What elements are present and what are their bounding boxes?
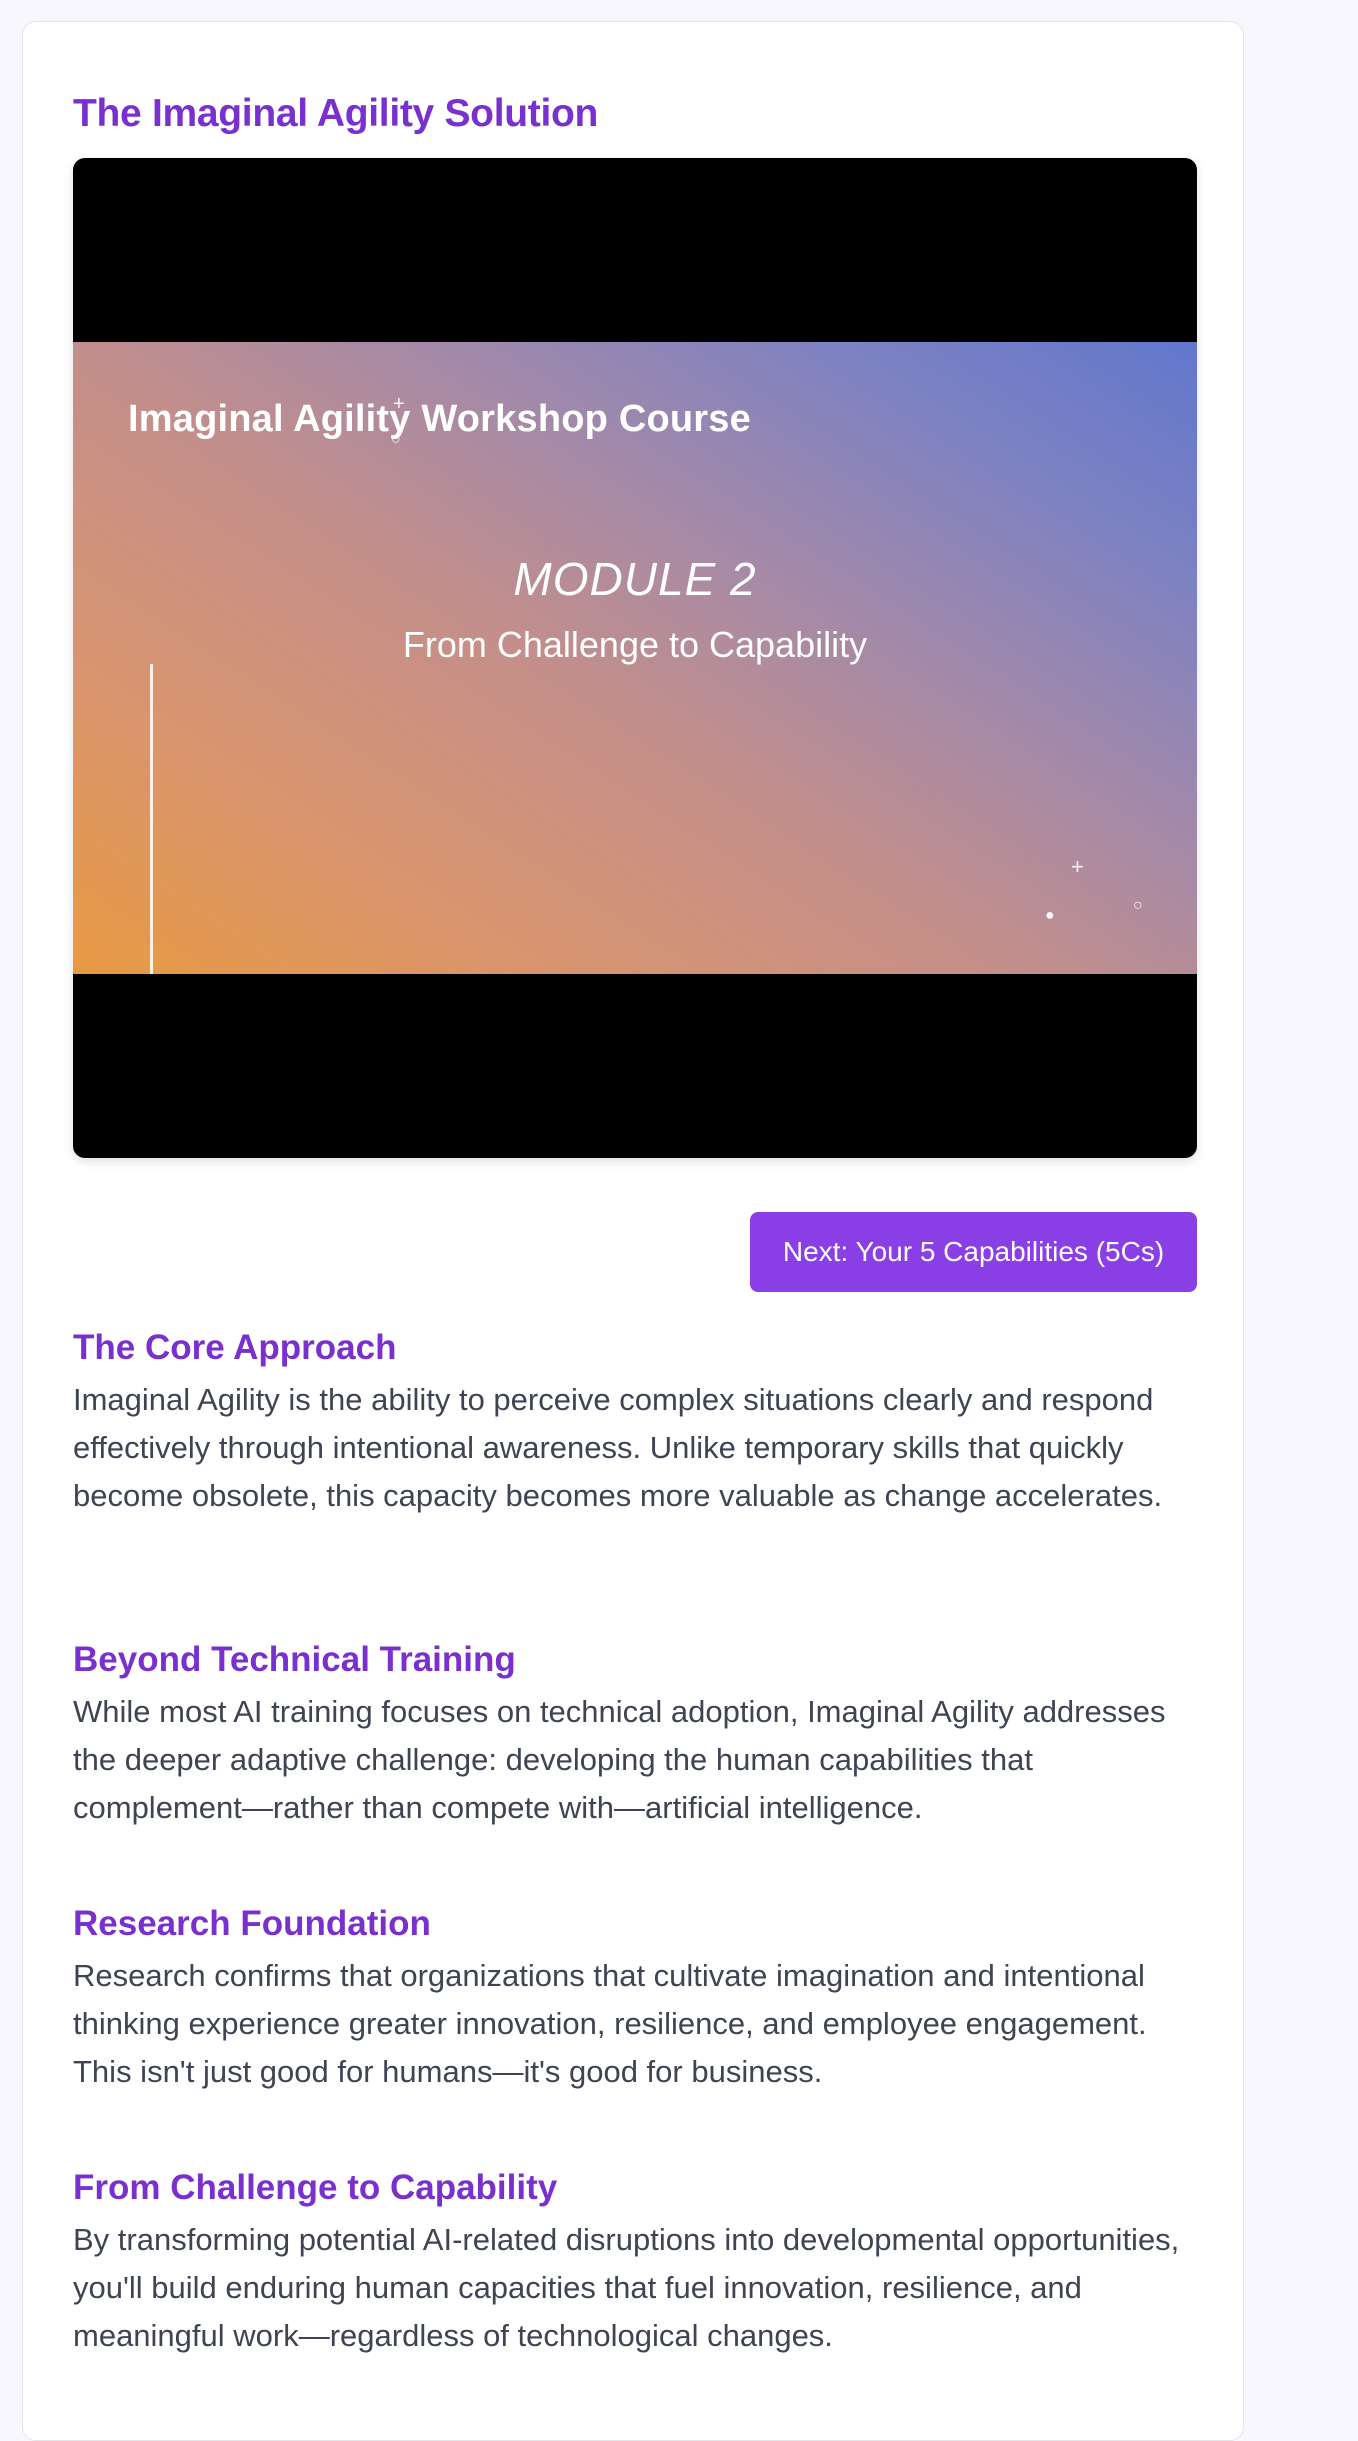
section-body-core-approach: Imaginal Agility is the ability to perce…	[73, 1382, 1163, 1513]
video-frame-title: Imaginal Agility Workshop Course	[128, 398, 751, 440]
sparkle-icon: +	[393, 393, 405, 415]
content-card: The Imaginal Agility Solution Imaginal A…	[22, 21, 1244, 2441]
page-title: The Imaginal Agility Solution	[73, 92, 599, 135]
next-capabilities-button[interactable]: Next: Your 5 Capabilities (5Cs)	[750, 1212, 1197, 1292]
section-body-challenge-to-capability: By transforming potential AI-related dis…	[73, 2222, 1180, 2353]
sparkle-icon: +	[1071, 854, 1084, 879]
module-label: MODULE 2	[513, 553, 757, 605]
section-body-research-foundation: Research confirms that organizations tha…	[73, 1958, 1147, 2089]
video-player[interactable]: Imaginal Agility Workshop Course + ○ MOD…	[73, 158, 1197, 1158]
video-frame: Imaginal Agility Workshop Course + ○ MOD…	[73, 342, 1197, 974]
module-subtitle: From Challenge to Capability	[402, 624, 868, 665]
section-heading-challenge-to-capability: From Challenge to Capability	[73, 2168, 558, 2207]
decorative-line	[150, 664, 153, 974]
section-heading-research-foundation: Research Foundation	[73, 1904, 431, 1943]
circle-icon: ○	[1133, 897, 1143, 914]
section-heading-beyond-technical: Beyond Technical Training	[73, 1640, 516, 1679]
circle-icon: ○	[391, 431, 401, 448]
section-body-beyond-technical: While most AI training focuses on techni…	[73, 1694, 1166, 1825]
section-heading-core-approach: The Core Approach	[73, 1328, 397, 1367]
dot-icon: ●	[1045, 907, 1055, 924]
